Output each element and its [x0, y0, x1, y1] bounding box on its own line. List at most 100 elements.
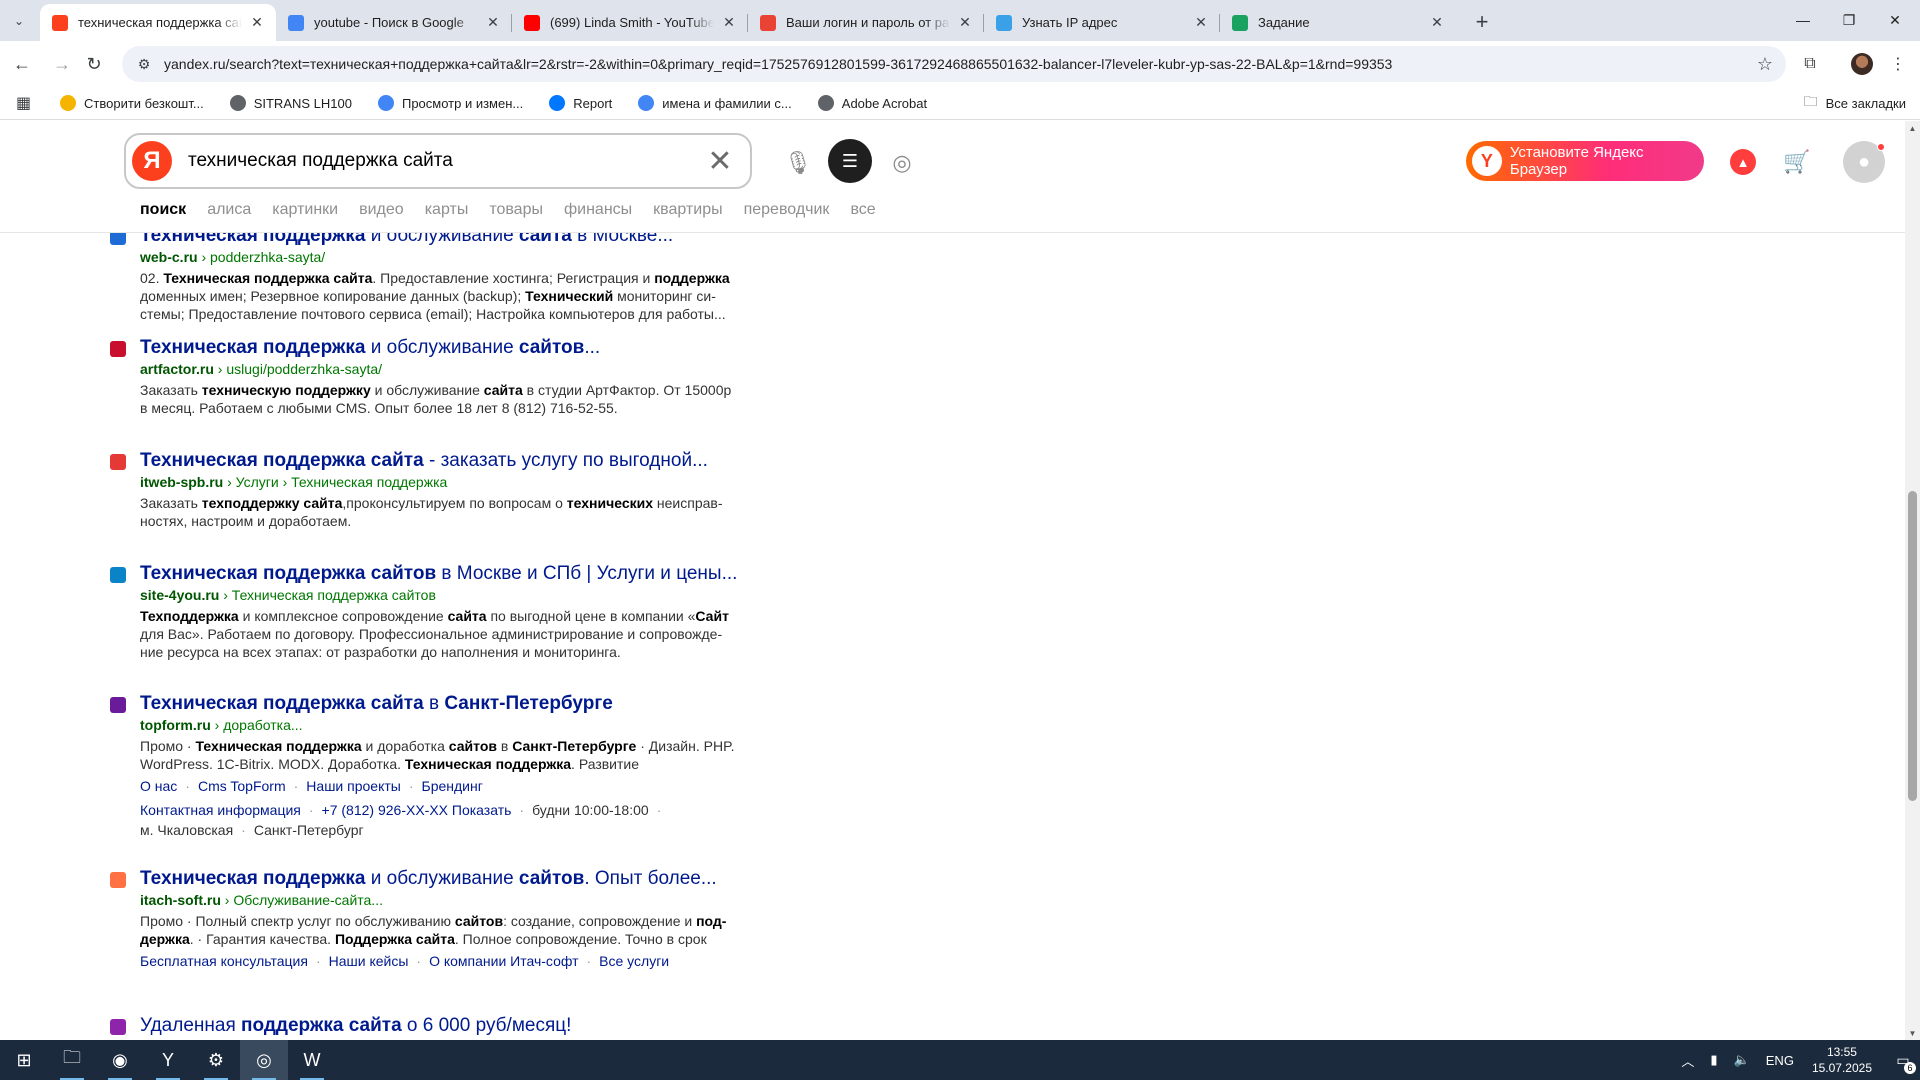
search-box[interactable]: Я техническая поддержка сайта ✕ [124, 133, 752, 189]
close-tab-icon[interactable]: ✕ [484, 14, 502, 32]
bookmark-2[interactable]: Просмотр и измен... [377, 95, 523, 111]
apps-grid-icon[interactable]: ▦ [16, 93, 36, 113]
all-bookmarks-button[interactable]: 🗀 Все закладки [1804, 91, 1906, 115]
taskbar-app-4[interactable]: ◎ [240, 1040, 288, 1080]
scroll-thumb[interactable] [1908, 491, 1917, 801]
camera-search-icon[interactable]: ◎ [882, 143, 922, 183]
avatar [1851, 53, 1873, 75]
result-url[interactable]: site-4you.ru › Техническая поддержка сай… [140, 585, 750, 605]
back-button[interactable]: ← [8, 50, 36, 78]
tab-search-button[interactable]: ⌄ [6, 8, 32, 34]
sitelink[interactable]: Брендинг [422, 778, 483, 794]
microphone-icon[interactable]: 🎙 [778, 143, 818, 183]
tab-1[interactable]: youtube - Поиск в Google ✕ [276, 4, 512, 41]
close-tab-icon[interactable]: ✕ [1192, 14, 1210, 32]
result-title-link[interactable]: Техническая поддержка сайта - заказать у… [140, 450, 750, 472]
chevron-up-icon[interactable]: ︿ [1681, 1051, 1694, 1070]
taskbar-app-3[interactable]: ⚙ [192, 1040, 240, 1080]
notification-dot [1877, 143, 1885, 151]
new-tab-button[interactable]: + [1468, 8, 1496, 36]
profile-button[interactable] [1848, 50, 1876, 78]
sitelink[interactable]: Cms TopForm [198, 778, 286, 794]
clock[interactable]: 13:55 15.07.2025 [1812, 1044, 1872, 1076]
result-title-link[interactable]: Техническая поддержка и обслуживание сай… [140, 233, 750, 247]
clear-search-button[interactable]: ✕ [700, 144, 740, 179]
yandex-logo[interactable]: Я [132, 141, 172, 181]
sitelink[interactable]: О компании Итач-софт [429, 953, 578, 969]
bookmark-star-icon[interactable]: ☆ [1750, 54, 1780, 75]
sitelink[interactable]: Наши кейсы [329, 953, 409, 969]
sitelink[interactable]: Наши проекты [306, 778, 401, 794]
url-text[interactable]: yandex.ru/search?text=техническая+поддер… [164, 56, 1750, 72]
service-tab-7[interactable]: квартиры [653, 201, 722, 219]
bookmark-5[interactable]: Adobe Acrobat [817, 95, 927, 111]
cart-icon[interactable]: 🛒 [1780, 145, 1814, 179]
service-tab-0[interactable]: поиск [140, 201, 186, 219]
search-input[interactable]: техническая поддержка сайта [188, 150, 700, 172]
reload-button[interactable]: ↻ [80, 50, 108, 78]
service-tab-5[interactable]: товары [489, 201, 543, 219]
service-tab-3[interactable]: видео [359, 201, 404, 219]
tab-2[interactable]: (699) Linda Smith - YouTube ✕ [512, 4, 748, 41]
close-tab-icon[interactable]: ✕ [1428, 14, 1446, 32]
address-bar[interactable]: ⚙ yandex.ru/search?text=техническая+подд… [122, 46, 1786, 82]
tab-0[interactable]: техническая поддержка сайта ✕ [40, 4, 276, 41]
service-tab-4[interactable]: карты [425, 201, 469, 219]
result-url[interactable]: topform.ru › доработка... [140, 715, 750, 735]
result-title-link[interactable]: Техническая поддержка сайтов в Москве и … [140, 563, 750, 585]
scroll-up-arrow[interactable]: ▲ [1905, 121, 1920, 136]
network-icon[interactable]: ▮ [1710, 1052, 1717, 1068]
bookmark-0[interactable]: Створити безкошт... [60, 95, 204, 111]
tab-5[interactable]: Задание ✕ [1220, 4, 1456, 41]
close-tab-icon[interactable]: ✕ [720, 14, 738, 32]
minimize-button[interactable]: — [1780, 0, 1826, 40]
taskbar-app-0[interactable]: 🗀 [48, 1040, 96, 1080]
service-tab-2[interactable]: картинки [272, 201, 338, 219]
contact-link[interactable]: +7 (812) 926-XX-XX Показать [322, 802, 512, 818]
bookmark-4[interactable]: имена и фамилии с... [638, 95, 792, 111]
close-tab-icon[interactable]: ✕ [956, 14, 974, 32]
close-tab-icon[interactable]: ✕ [248, 14, 266, 32]
tab-4[interactable]: Узнать IP адрес ✕ [984, 4, 1220, 41]
result-url[interactable]: itach-soft.ru › Обслуживание-сайта... [140, 890, 750, 910]
close-window-button[interactable]: ✕ [1872, 0, 1918, 40]
scroll-down-arrow[interactable]: ▼ [1905, 1026, 1920, 1041]
volume-icon[interactable]: 🔈 [1734, 1052, 1750, 1068]
user-avatar[interactable]: ● [1843, 141, 1885, 183]
bookmark-3[interactable]: Report [549, 95, 612, 111]
start-button[interactable]: ⊞ [0, 1040, 48, 1080]
taskbar-app-2[interactable]: Y [144, 1040, 192, 1080]
result-url[interactable]: itweb-spb.ru › Услуги › Техническая подд… [140, 472, 750, 492]
sitelink[interactable]: О нас [140, 778, 177, 794]
page-scrollbar[interactable]: ▲ ▼ [1905, 121, 1920, 1041]
extensions-button[interactable]: ⧉ [1796, 50, 1824, 78]
forward-button[interactable]: → [48, 50, 76, 78]
tab-3[interactable]: Ваши логин и пароль от расш ✕ [748, 4, 984, 41]
notification-center-button[interactable]: ▭ 6 [1886, 1040, 1920, 1080]
search-filters-button[interactable]: ☰ [828, 139, 872, 183]
result-title-link[interactable]: Техническая поддержка и обслуживание сай… [140, 337, 750, 359]
sitelink[interactable]: Все услуги [599, 953, 669, 969]
taskbar-app-1[interactable]: ◉ [96, 1040, 144, 1080]
contact-link[interactable]: Контактная информация [140, 802, 301, 818]
sitelink[interactable]: Бесплатная консультация [140, 953, 308, 969]
result-title-link[interactable]: Техническая поддержка и обслуживание сай… [140, 868, 750, 890]
taskbar-app-5[interactable]: W [288, 1040, 336, 1080]
restore-button[interactable]: ❐ [1826, 0, 1872, 40]
result-url[interactable]: web-c.ru › podderzhka-sayta/ [140, 247, 750, 267]
service-tab-6[interactable]: финансы [564, 201, 632, 219]
result-url[interactable]: artfactor.ru › uslugi/podderzhka-sayta/ [140, 359, 750, 379]
result-title-link[interactable]: Техническая поддержка сайта в Санкт-Пете… [140, 693, 750, 715]
tab-strip: ⌄ техническая поддержка сайта ✕ youtube - … [0, 0, 1920, 41]
google-icon [288, 14, 304, 31]
install-browser-promo[interactable]: Y Установите Яндекс Браузер [1466, 141, 1704, 181]
service-tab-1[interactable]: алиса [207, 201, 251, 219]
notifications-bell-icon[interactable]: ▲ [1730, 149, 1756, 175]
menu-button[interactable]: ⋮ [1884, 50, 1912, 78]
bookmark-1[interactable]: SITRANS LH100 [229, 95, 352, 111]
result-title-link[interactable]: Удаленная поддержка сайта о 6 000 руб/ме… [140, 1015, 750, 1037]
site-info-icon[interactable]: ⚙ [130, 56, 158, 73]
service-tab-9[interactable]: все [850, 201, 875, 219]
language-indicator[interactable]: ENG [1766, 1053, 1794, 1068]
service-tab-8[interactable]: переводчик [744, 201, 830, 219]
